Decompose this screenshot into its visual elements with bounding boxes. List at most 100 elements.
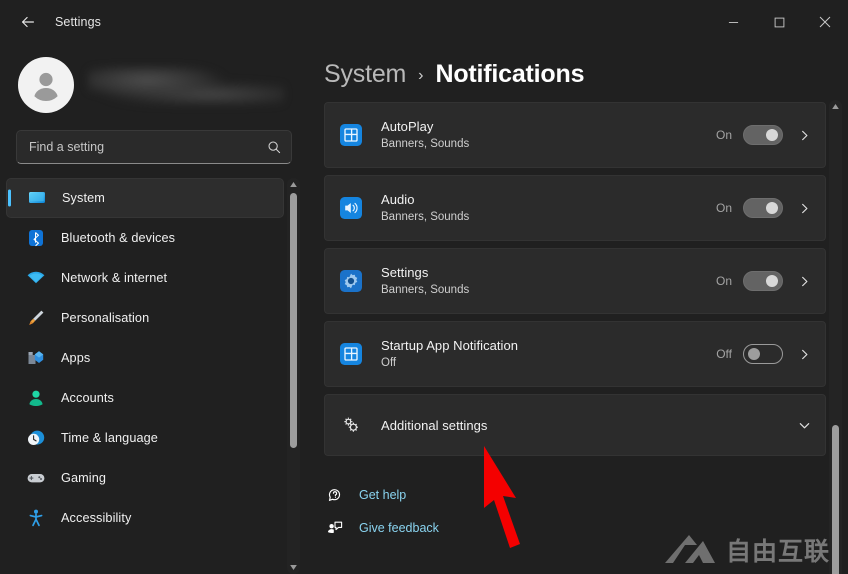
minimize-button[interactable] [710,0,756,44]
startup-app-icon [338,341,364,367]
main-scroll-track[interactable] [829,113,842,574]
notification-toggle[interactable] [743,271,783,291]
page-title: Notifications [435,60,585,88]
notification-card-autoplay[interactable]: AutoPlay Banners, Sounds On [324,102,826,168]
sidebar-item-label: Accessibility [61,511,132,525]
sidebar-item-label: Network & internet [61,271,168,285]
toggle-knob [766,275,778,287]
sidebar-item-label: Gaming [61,471,107,485]
notification-card-list: AutoPlay Banners, Sounds On Audio Banner… [310,102,826,456]
apps-icon [26,348,46,368]
toggle-state-label: On [715,128,732,142]
settings-app-icon [338,268,364,294]
card-subtitle: Banners, Sounds [381,284,470,296]
gamepad-icon [26,468,46,488]
chevron-right-icon[interactable] [799,349,811,360]
main-scrollbar[interactable] [829,100,842,574]
main-scroll-thumb[interactable] [832,425,839,574]
wifi-icon [26,268,46,288]
toggle-state-label: Off [716,347,732,361]
card-title: Startup App Notification [381,338,519,353]
maximize-button[interactable] [756,0,802,44]
notification-toggle[interactable] [743,125,783,145]
sidebar-scrollbar[interactable] [287,178,300,574]
sidebar-item-accessibility[interactable]: Accessibility [6,498,284,538]
sidebar-item-label: Apps [61,351,91,365]
avatar [18,57,74,113]
sidebar-item-system[interactable]: System [6,178,284,218]
notification-card-startup-app-notification[interactable]: Startup App Notification Off Off [324,321,826,387]
card-subtitle: Banners, Sounds [381,211,470,223]
sidebar-item-time-language[interactable]: Time & language [6,418,284,458]
card-subtitle: Off [381,357,397,369]
window-title: Settings [55,15,101,29]
card-text: Audio Banners, Sounds [381,191,713,225]
autoplay-app-icon [338,122,364,148]
card-title: Settings [381,265,429,280]
additional-settings-expander[interactable]: Additional settings [324,394,826,456]
give-feedback-link[interactable]: Give feedback [326,514,848,541]
link-label: Give feedback [359,520,439,535]
sidebar-scroll-track[interactable] [287,191,300,561]
search-input[interactable] [29,140,267,154]
toggle-knob [748,348,760,360]
card-text: AutoPlay Banners, Sounds [381,118,713,152]
notification-toggle[interactable] [743,344,783,364]
card-title: Audio [381,192,415,207]
person-icon [26,388,46,408]
main-content: System › Notifications AutoPlay Banners,… [310,44,848,574]
card-subtitle: Banners, Sounds [381,138,470,150]
scroll-up-arrow-icon[interactable] [829,100,842,113]
card-text: Startup App Notification Off [381,337,713,371]
feedback-icon [326,519,344,537]
help-icon [326,486,344,504]
scroll-down-arrow-icon[interactable] [287,561,300,574]
sidebar-item-bluetooth-devices[interactable]: Bluetooth & devices [6,218,284,258]
notification-card-settings[interactable]: Settings Banners, Sounds On [324,248,826,314]
account-name-redacted [88,63,310,107]
close-button[interactable] [802,0,848,44]
sidebar-item-apps[interactable]: Apps [6,338,284,378]
sidebar-nav-scroll: System Bluetooth & devices Network & int… [0,178,310,574]
chevron-right-icon[interactable] [799,130,811,141]
sidebar-scroll-thumb[interactable] [290,193,297,448]
search-icon[interactable] [267,140,281,154]
sidebar-item-gaming[interactable]: Gaming [6,458,284,498]
chevron-right-icon[interactable] [799,276,811,287]
breadcrumb-parent[interactable]: System [324,60,406,89]
paintbrush-icon [26,308,46,328]
sidebar-item-network-internet[interactable]: Network & internet [6,258,284,298]
sidebar-item-accounts[interactable]: Accounts [6,378,284,418]
scroll-up-arrow-icon[interactable] [287,178,300,191]
sidebar-item-personalisation[interactable]: Personalisation [6,298,284,338]
chevron-down-icon[interactable] [798,419,811,432]
gears-icon [338,412,364,438]
search-box[interactable] [16,130,292,164]
sidebar-item-label: System [62,191,105,205]
account-header[interactable] [0,44,310,120]
notification-card-audio[interactable]: Audio Banners, Sounds On [324,175,826,241]
card-title: AutoPlay [381,119,434,134]
card-text: Settings Banners, Sounds [381,264,713,298]
chevron-right-icon[interactable] [799,203,811,214]
settings-window: Settings Find a setting System Bluetooth… [0,0,848,574]
sidebar-item-label: Bluetooth & devices [61,231,176,245]
footer-links: Get help Give feedback [310,463,848,541]
notification-toggle[interactable] [743,198,783,218]
breadcrumb: System › Notifications [310,44,848,102]
sidebar: System Bluetooth & devices [0,44,310,574]
sidebar-nav: System Bluetooth & devices Network & int… [0,178,310,538]
redaction-blur [88,67,284,105]
clock-icon [26,428,46,448]
back-button[interactable] [11,7,45,37]
bluetooth-icon [26,228,46,248]
accessibility-icon [26,508,46,528]
sidebar-item-label: Accounts [61,391,114,405]
window-controls [710,0,848,44]
expander-label: Additional settings [381,417,488,433]
title-bar: Settings [0,0,848,44]
toggle-state-label: On [715,201,732,215]
sidebar-item-label: Time & language [61,431,158,445]
card-text: Additional settings [381,417,798,434]
get-help-link[interactable]: Get help [326,481,848,508]
